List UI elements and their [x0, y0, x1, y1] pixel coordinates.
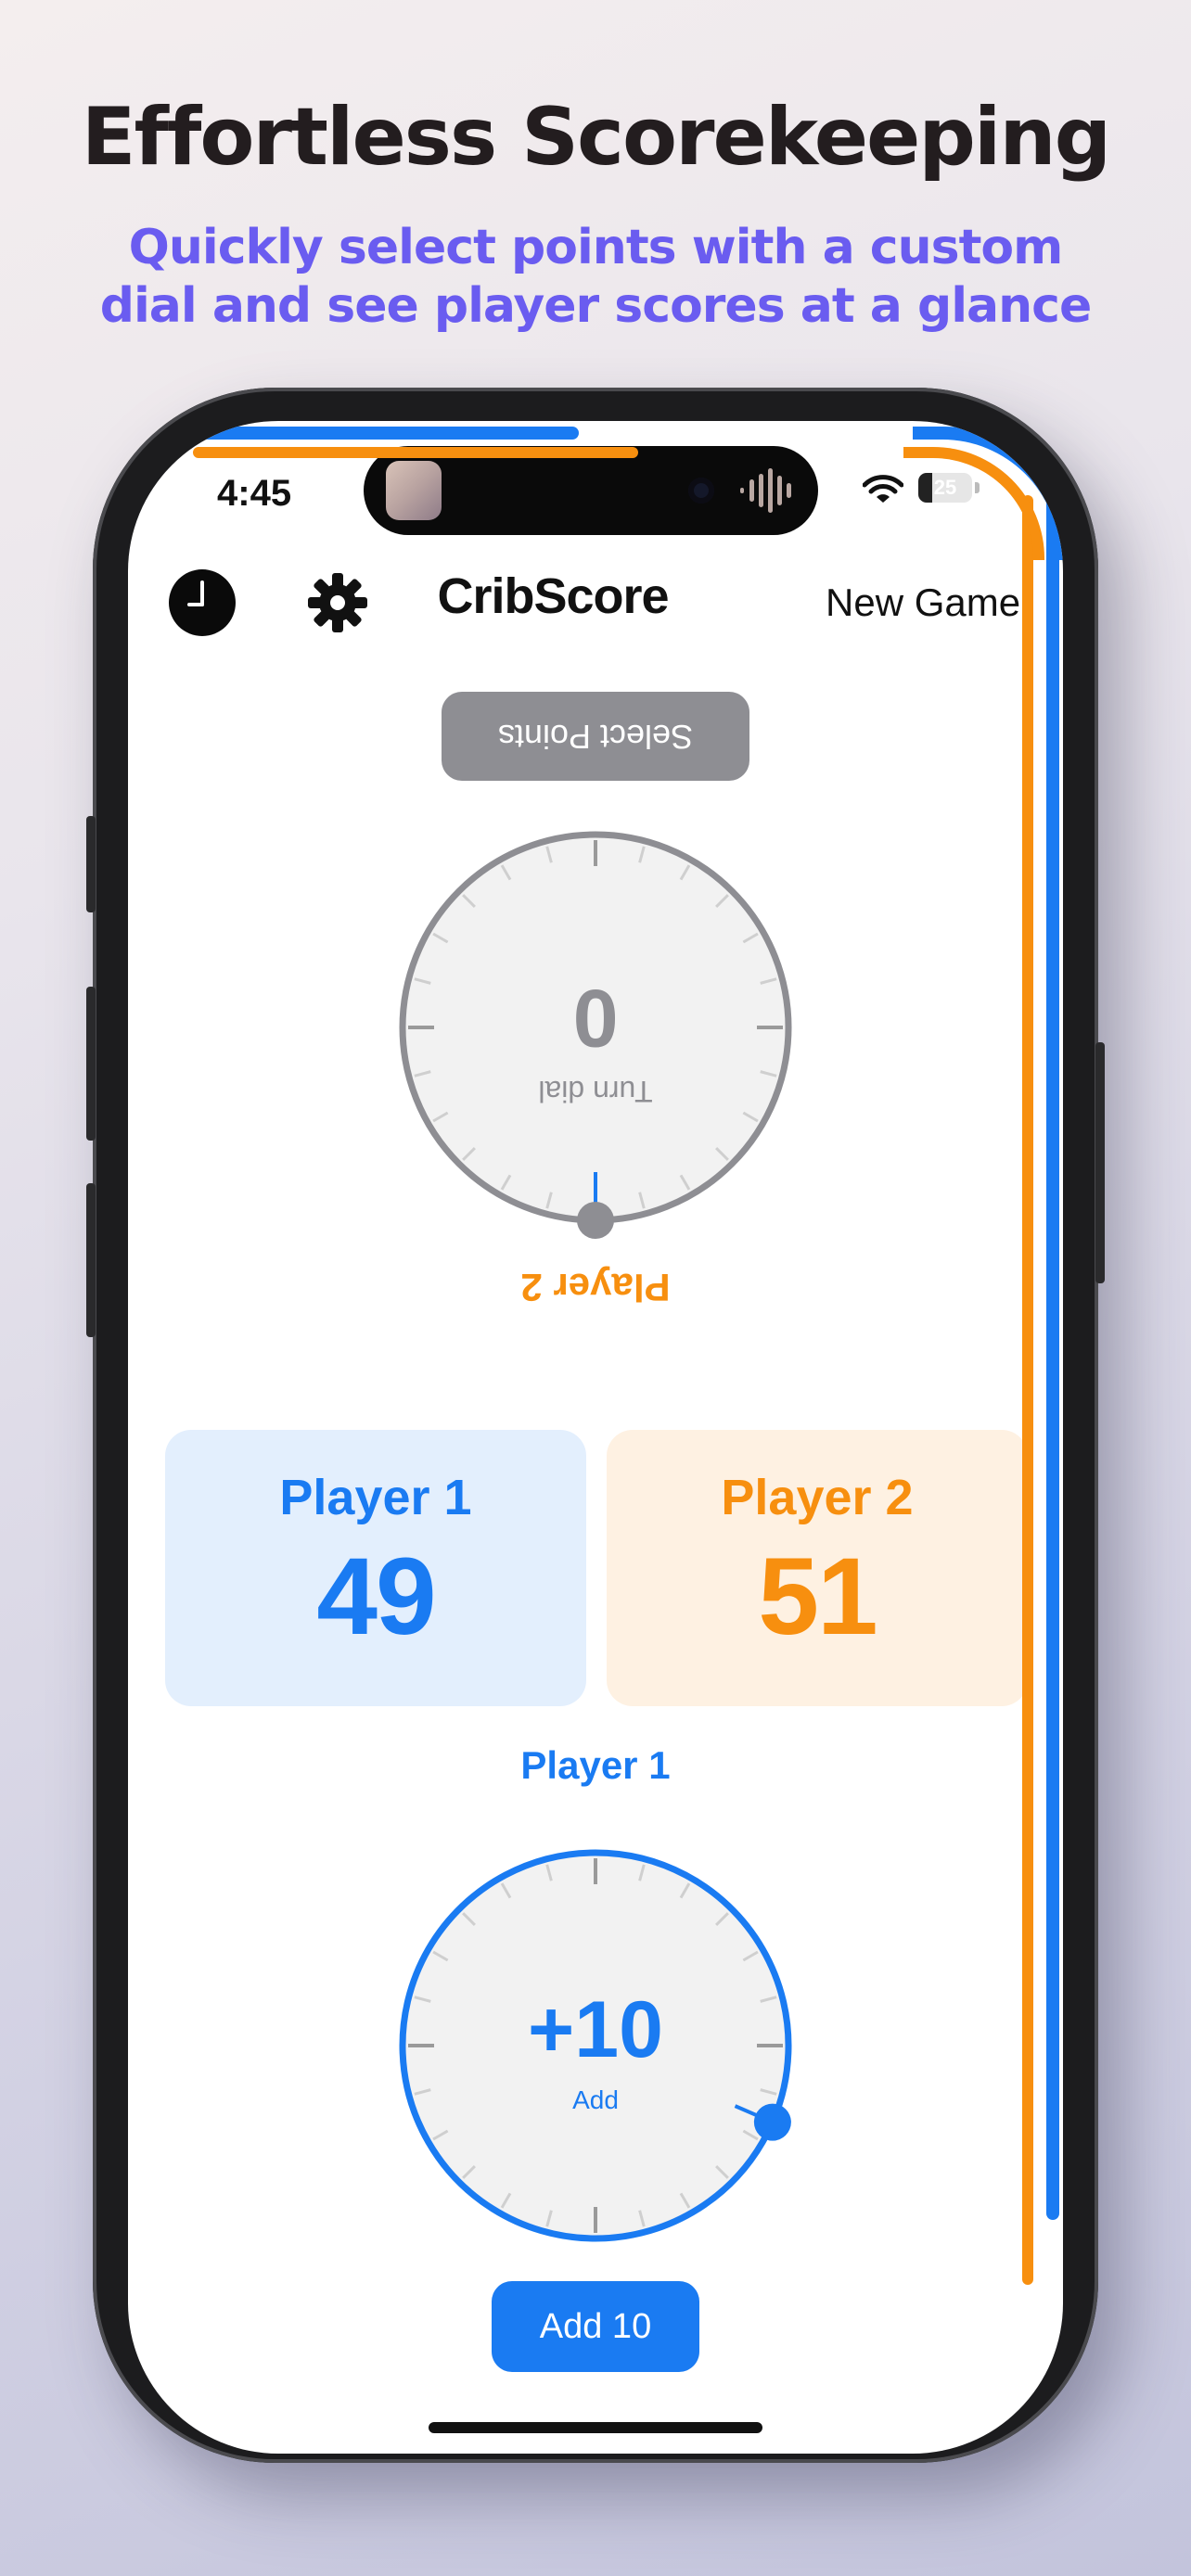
player1-edge-line — [189, 427, 579, 440]
player1-score: 49 — [316, 1536, 436, 1658]
dial-knob[interactable] — [577, 1202, 614, 1239]
side-button-volume-up — [86, 987, 96, 1141]
marketing-headline: Effortless Scorekeeping — [81, 91, 1111, 184]
dial-value: 0 — [573, 973, 619, 1065]
new-game-button[interactable]: New Game — [826, 580, 1020, 625]
status-time: 4:45 — [217, 473, 292, 514]
player2-edge-line — [193, 447, 638, 458]
home-indicator[interactable] — [429, 2422, 762, 2433]
app-title: CribScore — [437, 568, 669, 624]
player2-name: Player 2 — [721, 1470, 914, 1525]
subline-line-2: dial and see player scores at a glance — [99, 278, 1093, 334]
side-button-action — [86, 816, 96, 912]
subline-line-1: Quickly select points with a custom — [128, 220, 1064, 275]
player2-score: 51 — [758, 1536, 877, 1658]
dial-hint: Turn dial — [538, 1075, 652, 1108]
camera-icon — [688, 478, 714, 504]
add-points-button[interactable]: Add 10 — [492, 2281, 699, 2372]
phone-screen: 4:45 25 CribScore New Game Select Points… — [128, 421, 1063, 2454]
history-button[interactable] — [169, 569, 236, 636]
now-playing-artwork[interactable] — [386, 461, 442, 520]
player2-score-card[interactable]: Player 2 51 — [607, 1430, 1028, 1706]
clock-icon — [187, 580, 204, 606]
active-player-label: Player 1 — [520, 1743, 671, 1787]
marketing-subline: Quickly select points with a custom dial… — [74, 219, 1117, 336]
audio-waveform-icon — [740, 468, 791, 513]
wifi-icon — [863, 475, 903, 503]
player2-edge-line-right — [1022, 495, 1033, 2285]
player2-points-dial[interactable]: Turn dial 0 — [390, 822, 801, 1257]
side-button-volume-down — [86, 1183, 96, 1337]
player1-name: Player 1 — [279, 1470, 472, 1525]
side-button-power — [1095, 1042, 1105, 1283]
dial-action-label: Add — [572, 2085, 619, 2114]
player1-points-dial[interactable]: +10 Add — [390, 1840, 835, 2285]
player1-edge-line-right — [1046, 477, 1059, 2220]
select-points-button[interactable]: Select Points — [442, 692, 749, 781]
dynamic-island — [364, 446, 818, 535]
settings-button[interactable] — [302, 567, 373, 638]
player1-score-card[interactable]: Player 1 49 — [165, 1430, 586, 1706]
player2-turn-label: Player 2 — [520, 1266, 671, 1309]
dial-knob[interactable] — [753, 2103, 791, 2141]
dial-value: +10 — [528, 1985, 663, 2074]
